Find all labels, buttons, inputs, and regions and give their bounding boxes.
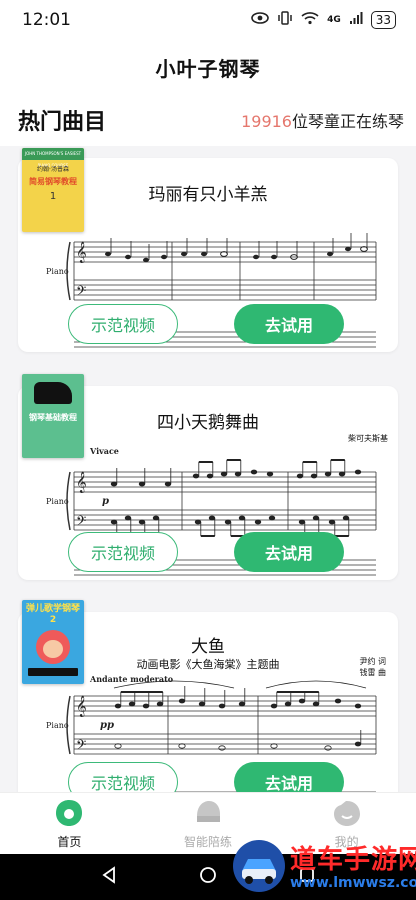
- try-button[interactable]: 去试用: [234, 304, 344, 344]
- app-header: 小叶子钢琴: [0, 40, 416, 94]
- wifi-icon: [301, 11, 319, 29]
- cover-title: 简易钢琴教程: [29, 177, 77, 186]
- practice-count: 19916: [241, 112, 292, 131]
- signal-icon: [349, 11, 363, 29]
- song-list: 玛丽有只小羊羔 Piano 𝄞 𝄢 示范视频 去试用 JOHN THOMPSON…: [0, 146, 416, 792]
- smart-practice-icon: [193, 798, 223, 831]
- instrument-label: Piano: [46, 721, 69, 730]
- watermark-title: 道车手游网: [290, 845, 416, 875]
- app-title: 小叶子钢琴: [155, 56, 261, 81]
- book-cover[interactable]: 钢琴基础教程: [22, 374, 84, 458]
- song-composer: 柴可夫斯基: [348, 434, 388, 443]
- svg-text:𝄞: 𝄞: [76, 242, 87, 263]
- svg-text:𝄢: 𝄢: [76, 283, 86, 302]
- section-title: 热门曲目: [18, 110, 107, 135]
- status-time: 12:01: [22, 10, 71, 30]
- demo-video-button[interactable]: 示范视频: [68, 304, 178, 344]
- instrument-label: Piano: [46, 267, 69, 276]
- eye-icon: [251, 12, 269, 28]
- site-watermark: 道车手游网 www.lmwwsz.com: [232, 838, 416, 898]
- dynamic-marking: p: [102, 496, 109, 507]
- watermark-url: www.lmwwsz.com: [290, 875, 416, 891]
- cover-number: 1: [49, 191, 57, 202]
- svg-text:𝄞: 𝄞: [76, 472, 87, 493]
- battery-indicator: 33: [370, 11, 396, 29]
- tab-smart-practice-label: 智能陪练: [184, 834, 233, 849]
- song-lyricist: 尹约 词: [359, 657, 386, 666]
- book-cover[interactable]: 弹儿歌学钢琴2: [22, 600, 84, 684]
- tab-home-label: 首页: [57, 834, 82, 849]
- status-bar: 12:01 4G 33: [0, 0, 416, 40]
- section-header: 热门曲目 19916位琴童正在练琴: [0, 94, 416, 146]
- piano-image: [34, 382, 72, 404]
- svg-text:𝄢: 𝄢: [76, 737, 86, 756]
- book-cover[interactable]: JOHN THOMPSON'S EASIEST PIANO COURSE 约翰·…: [22, 148, 84, 232]
- network-label: 4G: [327, 15, 341, 25]
- tempo-marking: Andante moderato: [89, 674, 174, 684]
- svg-text:𝄞: 𝄞: [76, 696, 87, 717]
- tab-home[interactable]: 首页: [0, 793, 139, 854]
- cover-author: 约翰·汤普森: [37, 166, 69, 173]
- practice-counter: 19916位琴童正在练琴: [241, 108, 404, 132]
- status-icons: 4G 33: [251, 11, 396, 29]
- demo-video-button[interactable]: 示范视频: [68, 762, 178, 792]
- car-logo-icon: [232, 839, 286, 897]
- svg-text:𝄢: 𝄢: [76, 513, 86, 532]
- cartoon-character-image: [36, 630, 70, 664]
- try-button[interactable]: 去试用: [234, 762, 344, 792]
- tempo-marking: Vivace: [89, 446, 119, 456]
- demo-video-button[interactable]: 示范视频: [68, 532, 178, 572]
- practice-suffix: 位琴童正在练琴: [291, 112, 404, 131]
- cover-title: 弹儿歌学钢琴2: [26, 604, 81, 625]
- piano-keys-image: [28, 668, 78, 676]
- profile-icon: [332, 798, 362, 831]
- cover-top-text: JOHN THOMPSON'S EASIEST PIANO COURSE: [22, 148, 84, 168]
- vibrate-icon: [277, 11, 293, 29]
- back-icon[interactable]: [101, 866, 117, 888]
- dynamic-marking: pp: [100, 720, 114, 731]
- instrument-label: Piano: [46, 497, 69, 506]
- try-button[interactable]: 去试用: [234, 532, 344, 572]
- home-leaf-icon: [54, 798, 84, 831]
- cover-title: 钢琴基础教程: [29, 413, 77, 422]
- home-circle-icon[interactable]: [199, 866, 217, 888]
